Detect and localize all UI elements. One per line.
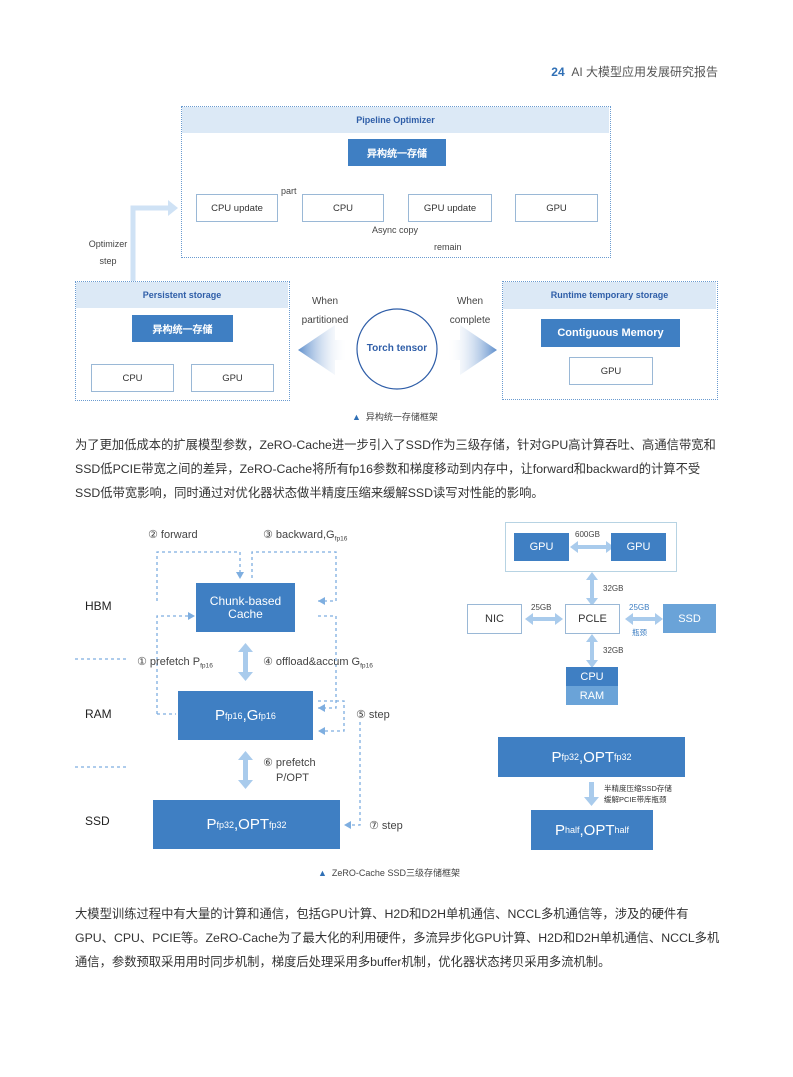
tier-hbm-label: HBM	[85, 599, 112, 613]
caption-triangle-icon: ▲	[318, 868, 327, 878]
gpu-pcie-bandwidth: 32GB	[603, 584, 624, 593]
bottleneck-label: 瓶颈	[632, 628, 647, 637]
compress-bottom-box: Phalf ,OPT half	[531, 810, 653, 850]
nvlink-bandwidth: 600GB	[575, 530, 600, 539]
topo-ram: RAM	[566, 686, 618, 705]
cpu-bandwidth: 32GB	[603, 646, 624, 655]
nic-bandwidth: 25GB	[531, 603, 552, 612]
topo-gpu-a: GPU	[514, 533, 569, 561]
compress-top-box: Pfp32 ,OPT fp32	[498, 737, 685, 777]
ram-params-box: Pfp16 ,G fp16	[178, 691, 313, 740]
chunk-cache-box: Chunk-based Cache	[196, 583, 295, 632]
paragraph-2: 大模型训练过程中有大量的计算和通信，包括GPU计算、H2D和D2H单机通信、NC…	[75, 907, 720, 969]
topo-nic: NIC	[467, 604, 522, 634]
tier-ram-label: RAM	[85, 707, 112, 721]
offload-label: ④ offload&accum Gfp16	[263, 656, 373, 670]
topo-pcie: PCLE	[565, 604, 620, 634]
ssd-bandwidth: 25GB	[629, 603, 650, 612]
prefetch6-label: ⑥ prefetch P/OPT	[263, 757, 316, 784]
topo-gpu-b: GPU	[611, 533, 666, 561]
figure2-caption: ▲ ZeRO-Cache SSD三级存储框架	[318, 868, 460, 878]
ssd-params-box: Pfp32 ,OPT fp32	[153, 800, 340, 849]
prefetch-label: ① prefetch Pfp16	[137, 656, 213, 670]
step5-label: ⑤ step	[356, 709, 390, 721]
tier-ssd-label: SSD	[85, 814, 110, 828]
step7-label: ⑦ step	[369, 820, 403, 832]
backward-label: ③ backward,Gfp16	[263, 529, 348, 543]
topo-cpu: CPU	[566, 667, 618, 686]
topo-ssd: SSD	[663, 604, 716, 633]
compress-note: 半精度压缩SSD存储 缓解PCIE带库瓶颈	[604, 784, 672, 804]
forward-label: ② forward	[148, 529, 198, 541]
